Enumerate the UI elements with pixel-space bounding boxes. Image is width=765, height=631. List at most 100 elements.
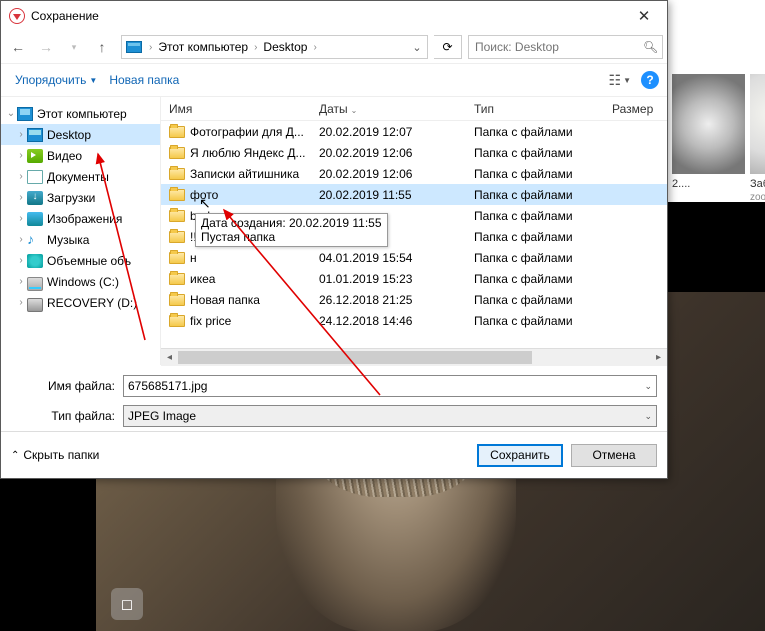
expand-icon[interactable]: ›: [15, 234, 27, 245]
scroll-track[interactable]: [178, 349, 650, 366]
forward-button[interactable]: →: [33, 34, 59, 60]
list-row[interactable]: Я люблю Яндекс Д...20.02.2019 12:06Папка…: [161, 142, 667, 163]
tree-item-label: Desktop: [47, 128, 91, 142]
tree-item[interactable]: › Объемные объ: [1, 250, 160, 271]
refresh-button[interactable]: ⟳: [434, 35, 462, 59]
up-button[interactable]: ↑: [89, 34, 115, 60]
scroll-right-button[interactable]: ▸: [650, 349, 667, 366]
hide-folders-link[interactable]: ⌃Скрыть папки: [11, 448, 99, 462]
search-input[interactable]: [469, 40, 639, 54]
file-type: Папка с файлами: [466, 188, 604, 202]
folder-icon: [169, 252, 185, 264]
folder-icon: [169, 189, 185, 201]
expand-icon[interactable]: ›: [15, 192, 27, 203]
expand-icon[interactable]: ›: [15, 255, 27, 266]
bookmark-icon[interactable]: ◻: [111, 588, 143, 620]
file-date: 04.01.2019 15:54: [311, 251, 466, 265]
save-button[interactable]: Сохранить: [477, 444, 563, 467]
tree-root[interactable]: ⌄ Этот компьютер: [1, 103, 160, 124]
window-title: Сохранение: [31, 9, 99, 23]
file-date: 20.02.2019 12:06: [311, 146, 466, 160]
horizontal-scrollbar[interactable]: ◂ ▸: [161, 348, 667, 365]
crumb-root[interactable]: Этот компьютер: [155, 40, 251, 54]
ic-music-icon: ♪: [27, 233, 43, 247]
filetype-field[interactable]: JPEG Image ⌄: [123, 405, 657, 427]
ic-desktop-icon: [27, 128, 43, 142]
search-icon[interactable]: 🔍︎: [639, 40, 662, 54]
folder-icon: [169, 315, 185, 327]
tree-item-label: Объемные объ: [47, 254, 131, 268]
chevron-right-icon[interactable]: ›: [251, 42, 260, 53]
list-rows[interactable]: Фотографии для Д...20.02.2019 12:07Папка…: [161, 121, 667, 348]
chevron-right-icon[interactable]: ›: [310, 42, 319, 53]
chevron-up-icon: ⌃: [11, 450, 19, 461]
expand-icon[interactable]: ›: [15, 276, 27, 287]
scroll-thumb[interactable]: [178, 351, 532, 364]
tree-item-label: Windows (C:): [47, 275, 119, 289]
tooltip: Дата создания: 20.02.2019 11:55 Пустая п…: [195, 213, 388, 247]
tree-item[interactable]: ›Документы: [1, 166, 160, 187]
file-type: Папка с файлами: [466, 167, 604, 181]
filename-input[interactable]: [128, 379, 644, 393]
collapse-icon[interactable]: ⌄: [5, 108, 17, 119]
tree-item[interactable]: ›Изображения: [1, 208, 160, 229]
file-type: Папка с файлами: [466, 209, 604, 223]
chevron-right-icon[interactable]: ›: [146, 42, 155, 53]
expand-icon[interactable]: ›: [15, 171, 27, 182]
expand-icon[interactable]: ›: [15, 150, 27, 161]
ic-doc-icon: [27, 170, 43, 184]
ic-video-icon: [27, 149, 43, 163]
thumbnail-2[interactable]: [750, 74, 765, 174]
tree-item-label: Музыка: [47, 233, 89, 247]
col-size[interactable]: Размер: [604, 102, 654, 116]
thumbnail-1[interactable]: [672, 74, 745, 174]
ic-3d-icon: [27, 254, 43, 268]
list-row[interactable]: икеа01.01.2019 15:23Папка с файлами: [161, 268, 667, 289]
chevron-down-icon[interactable]: ⌄: [644, 411, 652, 422]
tree-item[interactable]: ›Загрузки: [1, 187, 160, 208]
file-list: Имя Даты⌄ Тип Размер Фотографии для Д...…: [161, 97, 667, 365]
search-box[interactable]: 🔍︎: [468, 35, 663, 59]
list-row[interactable]: Фотографии для Д...20.02.2019 12:07Папка…: [161, 121, 667, 142]
file-type: Папка с файлами: [466, 251, 604, 265]
list-row[interactable]: fix price24.12.2018 14:46Папка с файлами: [161, 310, 667, 331]
file-type: Папка с файлами: [466, 293, 604, 307]
expand-icon[interactable]: ›: [15, 297, 27, 308]
list-row[interactable]: Новая папка 26.12.2018 21:25Папка с файла…: [161, 289, 667, 310]
new-folder-button[interactable]: Новая папка: [103, 69, 185, 91]
folder-icon: [169, 210, 185, 222]
folder-tree[interactable]: ⌄ Этот компьютер › Desktop ›Видео›Документ…: [1, 97, 161, 365]
expand-icon[interactable]: ›: [15, 129, 27, 140]
list-row[interactable]: н04.01.2019 15:54Папка с файлами: [161, 247, 667, 268]
view-button[interactable]: ☷ ▼: [605, 70, 635, 91]
recent-dropdown[interactable]: ▾: [61, 34, 87, 60]
file-date: 26.12.2018 21:25: [311, 293, 466, 307]
scroll-left-button[interactable]: ◂: [161, 349, 178, 366]
tree-item[interactable]: ›Видео: [1, 145, 160, 166]
file-type: Папка с файлами: [466, 272, 604, 286]
help-button[interactable]: ?: [641, 71, 659, 89]
list-row[interactable]: фото20.02.2019 11:55Папка с файлами: [161, 184, 667, 205]
col-name[interactable]: Имя: [161, 102, 311, 116]
expand-icon[interactable]: ›: [15, 213, 27, 224]
chevron-down-icon[interactable]: ⌄: [644, 381, 652, 392]
crumb-dropdown[interactable]: ⌄: [407, 41, 427, 54]
tree-item[interactable]: › Desktop: [1, 124, 160, 145]
tree-item[interactable]: ›♪ Музыка: [1, 229, 160, 250]
cancel-button[interactable]: Отмена: [571, 444, 657, 467]
folder-icon: [169, 273, 185, 285]
file-name: Новая папка: [190, 293, 260, 307]
tree-item[interactable]: › Windows (C:): [1, 271, 160, 292]
tree-item[interactable]: ›RECOVERY (D:): [1, 292, 160, 313]
breadcrumb[interactable]: › Этот компьютер › Desktop › ⌄: [121, 35, 428, 59]
organize-button[interactable]: Упорядочить▼: [9, 69, 103, 91]
titlebar[interactable]: Сохранение ✕: [1, 1, 667, 31]
back-button[interactable]: ←: [5, 34, 31, 60]
file-date: 20.02.2019 12:06: [311, 167, 466, 181]
close-button[interactable]: ✕: [621, 1, 667, 31]
crumb-desktop[interactable]: Desktop: [260, 40, 310, 54]
col-type[interactable]: Тип: [466, 102, 604, 116]
filename-field[interactable]: ⌄: [123, 375, 657, 397]
list-row[interactable]: Записки айтишника20.02.2019 12:06Папка с…: [161, 163, 667, 184]
col-date[interactable]: Даты⌄: [311, 102, 466, 116]
